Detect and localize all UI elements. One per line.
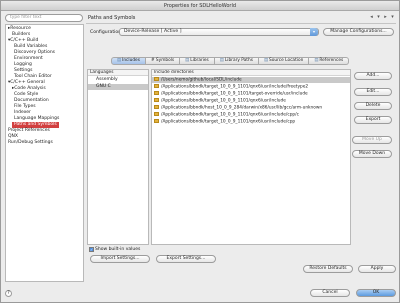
window-title: Properties for SDLHelloWorld <box>1 1 399 11</box>
configuration-select[interactable]: Device-Release [ Active ] ▾ <box>119 28 319 36</box>
left-panel: type filter text ▸Resource Builders ▾C/C… <box>5 14 84 282</box>
folder-icon <box>154 119 159 123</box>
tab-library-paths[interactable]: ▤Library Paths <box>214 57 259 65</box>
tab-includes-label: Includes <box>122 58 140 63</box>
folder-icon <box>154 84 159 88</box>
include-row[interactable]: /Applications/bbndk/target_10_0_9_1101/q… <box>152 112 350 118</box>
include-path: /Applications/bbndk/target_10_0_9_1101/q… <box>161 84 309 90</box>
move-up-button[interactable]: Move Up <box>352 136 392 144</box>
tab-references[interactable]: ▤References <box>309 57 350 65</box>
tab-bar: ▤Includes # Symbols ▤Libraries ▤Library … <box>111 57 350 65</box>
page-title: Paths and Symbols <box>88 15 136 21</box>
edit-button[interactable]: Edit... <box>354 88 392 96</box>
tab-symbols[interactable]: # Symbols <box>145 57 181 65</box>
tab-source-location[interactable]: ▤Source Location <box>258 57 310 65</box>
includes-icon: ▤ <box>117 58 122 63</box>
tree-item-run-debug-settings[interactable]: Run/Debug Settings <box>8 140 53 146</box>
include-row[interactable]: /Applications/bbndk/target_10_0_9_1101/q… <box>152 84 350 90</box>
folder-icon <box>154 98 159 102</box>
export-settings-button[interactable]: Export Settings... <box>156 255 216 263</box>
properties-window: Properties for SDLHelloWorld type filter… <box>0 0 400 303</box>
source-location-icon: ▤ <box>263 58 268 63</box>
folder-icon <box>154 112 159 116</box>
include-directories-list: Include directories /Users/nemo/github/l… <box>151 69 351 245</box>
filter-input[interactable]: type filter text <box>5 14 83 22</box>
manage-configurations-button[interactable]: Manage Configurations... <box>323 28 394 36</box>
move-down-button[interactable]: Move Down <box>352 150 392 158</box>
right-panel: Paths and Symbols ◂ ▾ ▸ ▾ Configuration: De… <box>86 14 396 281</box>
library-paths-icon: ▤ <box>219 58 224 63</box>
nav-arrows: ◂ ▾ ▸ ▾ <box>368 14 396 21</box>
languages-header: Languages <box>88 70 148 76</box>
checkbox-checked-icon: ✓ <box>89 247 94 252</box>
include-path: /Applications/bbndk/target_10_0_9_1101/q… <box>161 112 299 118</box>
back-dropdown-icon[interactable]: ▾ <box>375 14 382 21</box>
back-icon[interactable]: ◂ <box>368 14 375 21</box>
restore-defaults-button[interactable]: Restore Defaults <box>303 265 353 273</box>
ok-button[interactable]: OK <box>356 289 396 297</box>
include-path: /Users/nemo/github/local/SDL/include <box>161 77 242 83</box>
tab-library-paths-label: Library Paths <box>224 58 253 63</box>
include-row[interactable]: /Applications/bbndk/host_10_0_9_284/darw… <box>152 105 350 111</box>
tab-libraries-label: Libraries <box>190 58 209 63</box>
include-row[interactable]: /Applications/bbndk/target_10_0_9_1101/t… <box>152 91 350 97</box>
tab-includes[interactable]: ▤Includes <box>111 57 146 65</box>
help-icon[interactable]: ? <box>5 290 12 297</box>
folder-icon <box>154 91 159 95</box>
language-item-gnu-c[interactable]: GNU C <box>88 84 148 90</box>
tab-symbols-label: # Symbols <box>150 58 175 63</box>
delete-button[interactable]: Delete <box>354 102 392 110</box>
tab-references-label: References <box>319 58 344 63</box>
configuration-value: Device-Release [ Active ] <box>124 29 182 34</box>
import-settings-button[interactable]: Import Settings... <box>90 255 150 263</box>
export-button[interactable]: Export <box>354 116 392 124</box>
include-path: /Applications/bbndk/target_10_0_9_1101/t… <box>161 91 308 97</box>
include-row[interactable]: /Users/nemo/github/local/SDL/include <box>152 77 350 83</box>
dropdown-arrow-icon: ▾ <box>310 28 318 36</box>
libraries-icon: ▤ <box>185 58 190 63</box>
include-path: /Applications/bbndk/target_10_0_9_1101/q… <box>161 119 296 125</box>
properties-tree: ▸Resource Builders ▾C/C++ Build Build Va… <box>5 24 84 282</box>
tab-libraries[interactable]: ▤Libraries <box>180 57 215 65</box>
references-icon: ▤ <box>314 58 319 63</box>
folder-icon <box>154 77 159 81</box>
cancel-button[interactable]: Cancel <box>310 289 350 297</box>
include-directories-header: Include directories <box>152 70 350 76</box>
title-separator <box>86 23 396 24</box>
configuration-label: Configuration: <box>90 30 123 35</box>
add-button[interactable]: Add... <box>354 72 392 80</box>
apply-button[interactable]: Apply <box>358 265 396 273</box>
include-row[interactable]: /Applications/bbndk/target_10_0_9_1101/q… <box>152 98 350 104</box>
languages-list: Languages Assembly GNU C <box>87 69 149 245</box>
forward-dropdown-icon[interactable]: ▾ <box>389 14 396 21</box>
language-item-assembly[interactable]: Assembly <box>88 77 148 83</box>
forward-icon[interactable]: ▸ <box>382 14 389 21</box>
include-path: /Applications/bbndk/target_10_0_9_1101/q… <box>161 98 286 104</box>
tab-source-location-label: Source Location <box>269 58 304 63</box>
show-builtin-checkbox[interactable]: ✓ Show built-in values <box>89 247 140 253</box>
folder-icon <box>154 105 159 109</box>
include-row[interactable]: /Applications/bbndk/target_10_0_9_1101/q… <box>152 119 350 125</box>
include-path: /Applications/bbndk/host_10_0_9_284/darw… <box>161 105 323 111</box>
show-builtin-label: Show built-in values <box>95 247 141 252</box>
